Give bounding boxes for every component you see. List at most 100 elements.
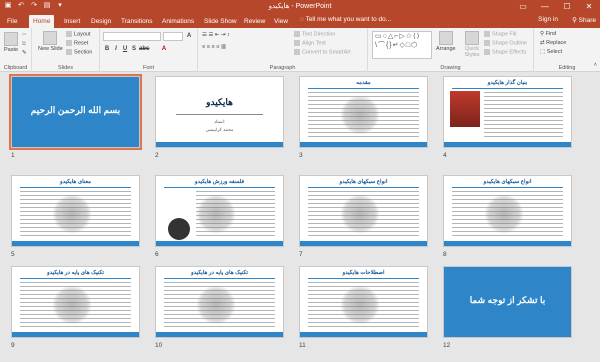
strikethrough-button[interactable]: abc: [139, 45, 149, 53]
slide-title: با تشکر از توجه شما: [469, 295, 546, 305]
new-slide-button[interactable]: New Slide: [38, 31, 63, 52]
text-direction-icon: [294, 31, 300, 37]
pen-icon: [484, 40, 490, 46]
shape-effects-button[interactable]: Shape Effects: [484, 49, 526, 55]
format-painter-icon[interactable]: ✎: [22, 50, 27, 56]
minimize-button[interactable]: —: [534, 0, 556, 13]
text-direction-label: Text Direction: [302, 31, 336, 38]
underline-button[interactable]: U: [121, 45, 129, 53]
reset-button[interactable]: Reset: [66, 40, 88, 46]
shapes-gallery[interactable]: ▭○△⌐▷☆⟨⟩\⌒{}↵◇□⬡: [372, 31, 432, 59]
title-bar: ▣ ↶ ↷ ▤ ▾ هایکیدو - PowerPoint ▭ — ☐ ✕: [0, 0, 600, 13]
quick-styles-button[interactable]: Quick Styles: [460, 31, 484, 58]
group-editing: ⚲ Find ⇄ Replace ⬚ Select Editing ˄: [534, 28, 600, 72]
tell-me-search[interactable]: ◌ Tell me what you want to do...: [300, 16, 391, 23]
slide-thumbnail-10[interactable]: تکنیک های پایه در هایکیدو: [155, 266, 284, 338]
slide-footer-bar: [156, 142, 283, 147]
tab-design[interactable]: Design: [87, 15, 115, 28]
cut-icon[interactable]: ✂: [22, 32, 27, 38]
shape-fill-button[interactable]: Shape Fill: [484, 31, 516, 37]
share-button[interactable]: ⚲ Share: [572, 16, 596, 24]
italic-button[interactable]: I: [112, 45, 120, 53]
align-text-icon: [294, 40, 300, 46]
slide-thumbnail-3[interactable]: مقدمه: [299, 76, 428, 148]
copy-icon[interactable]: ⧉: [22, 41, 26, 48]
tab-file[interactable]: File: [3, 15, 21, 28]
slide-title: بنیان گذار هایکیدو: [487, 80, 528, 86]
divider: [176, 114, 263, 115]
replace-button[interactable]: ⇄ Replace: [540, 40, 566, 46]
group-font: A B I U S abc A Font: [100, 28, 198, 72]
title-rule: [452, 187, 563, 188]
font-color-button[interactable]: A: [160, 45, 168, 53]
font-name-field[interactable]: [103, 32, 161, 41]
align-icons[interactable]: ≡ ≡ ≡ ≡ ▥: [202, 44, 226, 50]
align-text-button[interactable]: Align Text: [294, 40, 326, 46]
shadow-button[interactable]: S: [130, 45, 138, 53]
slide-thumbnail-12[interactable]: با تشکر از توجه شما: [443, 266, 572, 338]
bold-button[interactable]: B: [103, 45, 111, 53]
slide-body-text: [196, 191, 275, 238]
tab-animations[interactable]: Animations: [158, 15, 198, 28]
select-button[interactable]: ⬚ Select: [540, 49, 562, 55]
slide-thumbnail-8[interactable]: انواع سبکهای هایکیدو: [443, 175, 572, 247]
close-button[interactable]: ✕: [578, 0, 600, 13]
shape-fill-label: Shape Fill: [492, 31, 517, 38]
slide-footer-bar: [156, 332, 283, 337]
tab-view[interactable]: View: [270, 15, 292, 28]
font-size-field[interactable]: [163, 32, 183, 41]
quick-styles-icon: [465, 31, 479, 45]
share-icon: ⚲: [572, 17, 579, 24]
paragraph-label: Paragraph: [269, 65, 296, 71]
slide-body-text: [308, 282, 419, 329]
slide-thumbnail-9[interactable]: تکنیک های پایه در هایکیدو: [11, 266, 140, 338]
slide-thumbnail-1[interactable]: بسم الله الرحمن الرحیم: [9, 74, 142, 150]
maximize-button[interactable]: ☐: [556, 0, 578, 13]
find-button[interactable]: ⚲ Find: [540, 31, 556, 37]
font-label: Font: [142, 65, 154, 71]
ribbon-display-options-icon[interactable]: ▭: [512, 0, 534, 13]
title-rule: [452, 88, 563, 89]
slide-title: بسم الله الرحمن الرحیم: [30, 105, 121, 115]
slide-title: فلسفه ورزش هایکیدو: [194, 179, 245, 185]
tab-transitions[interactable]: Transitions: [117, 15, 157, 28]
arrange-icon: [438, 31, 453, 45]
layout-icon: [66, 31, 72, 37]
tab-review[interactable]: Review: [240, 15, 269, 28]
slides-label: Slides: [58, 65, 73, 71]
smartart-icon: [294, 49, 300, 55]
increase-font-icon[interactable]: A: [185, 32, 193, 40]
sign-in-link[interactable]: Sign in: [538, 16, 558, 23]
slide-footer-bar: [156, 241, 283, 246]
text-direction-button[interactable]: Text Direction: [294, 31, 335, 37]
slide-body-text: [484, 92, 563, 139]
title-rule: [308, 88, 419, 89]
convert-smartart-button[interactable]: Convert to SmartArt: [294, 49, 351, 55]
layout-label: Layout: [74, 31, 91, 38]
window-controls: ▭ — ☐ ✕: [512, 0, 600, 13]
group-paragraph: ☰ ☰ ⇤ ⇥ ↕ ≡ ≡ ≡ ≡ ▥ Text Direction Align…: [198, 28, 368, 72]
slide-thumbnail-4[interactable]: بنیان گذار هایکیدو: [443, 76, 572, 148]
slide-number: 10: [155, 342, 163, 349]
slide-number: 4: [443, 152, 447, 159]
slide-thumbnail-2[interactable]: هایکیدو استاد: محمد کرابیسی: [155, 76, 284, 148]
align-text-label: Align Text: [302, 40, 326, 47]
slide-number: 7: [299, 251, 303, 258]
arrange-button[interactable]: Arrange: [436, 31, 456, 52]
reset-icon: [66, 40, 72, 46]
bullets-icon[interactable]: ☰ ☰ ⇤ ⇥ ↕: [202, 32, 230, 38]
shape-outline-button[interactable]: Shape Outline: [484, 40, 527, 46]
section-label: Section: [74, 49, 93, 56]
layout-button[interactable]: Layout: [66, 31, 91, 37]
tab-slide-show[interactable]: Slide Show: [200, 15, 241, 28]
slide-thumbnail-6[interactable]: فلسفه ورزش هایکیدو: [155, 175, 284, 247]
tab-home[interactable]: Home: [29, 15, 55, 28]
tab-insert[interactable]: Insert: [60, 15, 84, 28]
paste-button[interactable]: Paste: [4, 32, 18, 53]
slide-thumbnail-11[interactable]: اصطلاحات هایکیدو: [299, 266, 428, 338]
section-button[interactable]: Section: [66, 49, 92, 55]
collapse-ribbon-icon[interactable]: ˄: [594, 62, 597, 68]
slide-thumbnail-7[interactable]: انواع سبکهای هایکیدو: [299, 175, 428, 247]
slide-number: 2: [155, 152, 159, 159]
slide-thumbnail-5[interactable]: معنای هایکیدو: [11, 175, 140, 247]
